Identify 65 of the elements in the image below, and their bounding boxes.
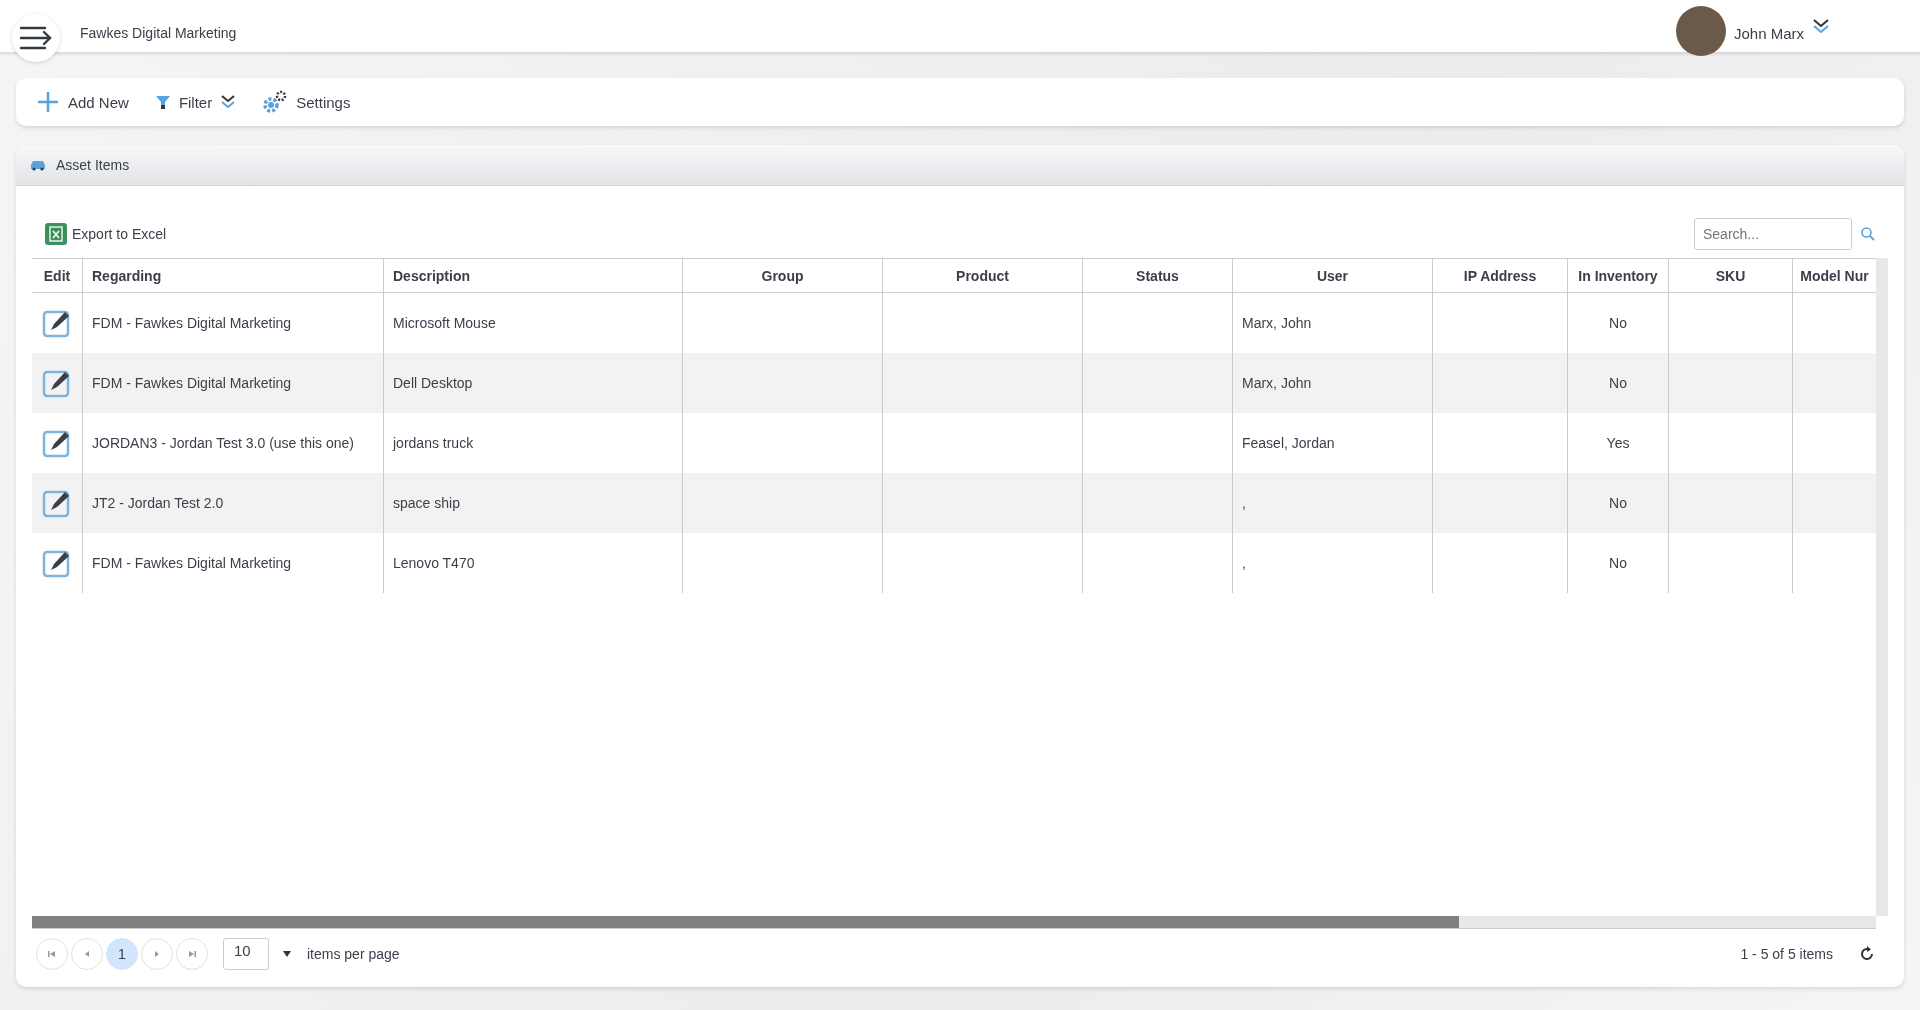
- table-cell: FDM - Fawkes Digital Marketing: [92, 555, 292, 571]
- edit-button[interactable]: [42, 428, 72, 458]
- edit-button[interactable]: [42, 368, 72, 398]
- company-name: Fawkes Digital Marketing: [80, 25, 237, 41]
- column-header[interactable]: In Inventory: [1567, 259, 1668, 292]
- dropdown-caret-icon[interactable]: [282, 950, 292, 958]
- edit-button[interactable]: [42, 548, 72, 578]
- column-header[interactable]: Status: [1082, 259, 1232, 292]
- menu-button[interactable]: [12, 14, 60, 62]
- chevron-down-icon: [220, 94, 237, 110]
- panel-title: Asset Items: [56, 157, 130, 173]
- search-field[interactable]: Search...: [1694, 218, 1852, 250]
- column-header[interactable]: Group: [682, 259, 882, 292]
- menu-icon: [19, 25, 53, 51]
- scrollbar-thumb[interactable]: [32, 916, 1459, 928]
- table-cell: Feasel, Jordan: [1242, 435, 1335, 451]
- funnel-icon: [154, 94, 171, 110]
- table-cell: No: [1609, 555, 1627, 571]
- table-cell: JORDAN3 - Jordan Test 3.0 (use this one): [92, 435, 354, 451]
- vertical-scrollbar[interactable]: [1876, 258, 1888, 916]
- table-cell: jordans truck: [393, 435, 474, 451]
- column-header[interactable]: Description: [383, 259, 682, 292]
- table-cell: ,: [1242, 495, 1246, 511]
- settings-button[interactable]: Settings: [260, 88, 353, 116]
- table-cell: Lenovo T470: [393, 555, 475, 571]
- plus-icon: [36, 90, 60, 114]
- edit-button[interactable]: [42, 308, 72, 338]
- table-cell: FDM - Fawkes Digital Marketing: [92, 315, 292, 331]
- gears-icon: [262, 90, 289, 114]
- table-cell: FDM - Fawkes Digital Marketing: [92, 375, 292, 391]
- table-cell: Dell Desktop: [393, 375, 473, 391]
- first-page-icon: [47, 949, 57, 959]
- table-cell: Marx, John: [1242, 375, 1312, 391]
- column-header[interactable]: SKU: [1668, 259, 1792, 292]
- chevron-down-icon[interactable]: [1812, 18, 1830, 34]
- spreadsheet-icon: [44, 222, 68, 246]
- table-cell: space ship: [393, 495, 460, 511]
- column-header[interactable]: User: [1232, 259, 1432, 292]
- column-header[interactable]: IP Address: [1432, 259, 1567, 292]
- column-header[interactable]: Edit: [32, 259, 82, 292]
- table-cell: ,: [1242, 555, 1246, 571]
- table-cell: No: [1609, 375, 1627, 391]
- table-cell: No: [1609, 495, 1627, 511]
- refresh-icon[interactable]: [1858, 945, 1876, 963]
- add-new-button[interactable]: Add New: [34, 88, 131, 116]
- edit-button[interactable]: [42, 488, 72, 518]
- table-cell: Microsoft Mouse: [393, 315, 496, 331]
- page-button[interactable]: 1: [106, 938, 138, 970]
- items-per-page-label: items per page: [307, 946, 400, 962]
- column-header[interactable]: Regarding: [82, 259, 383, 292]
- horizontal-scrollbar[interactable]: [32, 916, 1876, 929]
- pager-summary: 1 - 5 of 5 items: [1740, 946, 1833, 962]
- export-button[interactable]: Export to Excel: [44, 222, 167, 246]
- page-size-field[interactable]: 10: [223, 938, 269, 970]
- car-icon: [30, 159, 46, 171]
- column-header[interactable]: Product: [882, 259, 1082, 292]
- table-cell: No: [1609, 315, 1627, 331]
- table-cell: Marx, John: [1242, 315, 1312, 331]
- table-cell: Yes: [1606, 435, 1630, 451]
- avatar[interactable]: [1675, 6, 1726, 56]
- last-page-icon: [187, 949, 197, 959]
- search-icon[interactable]: [1860, 226, 1876, 242]
- user-name[interactable]: John Marx: [1733, 24, 1804, 42]
- table-cell: JT2 - Jordan Test 2.0: [92, 495, 224, 511]
- filter-button[interactable]: Filter: [152, 91, 239, 113]
